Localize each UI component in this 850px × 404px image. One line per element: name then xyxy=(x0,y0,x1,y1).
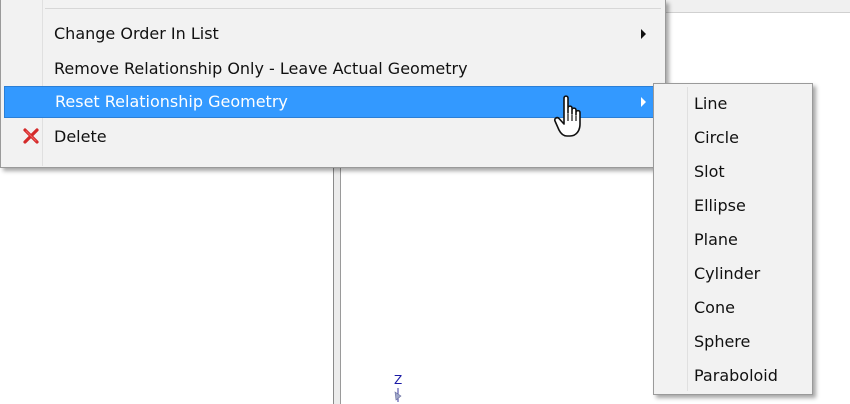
submenu-item-plane[interactable]: Plane xyxy=(656,223,810,257)
submenu-item-label: Cone xyxy=(694,298,735,317)
submenu-arrow-icon xyxy=(641,97,646,107)
submenu-item-label: Line xyxy=(694,94,728,113)
submenu-item-label: Circle xyxy=(694,128,739,147)
reset-geometry-submenu: Line Circle Slot Ellipse Plane Cylinder … xyxy=(653,83,813,395)
menu-item-label: Reset Relationship Geometry xyxy=(55,92,288,111)
submenu-item-slot[interactable]: Slot xyxy=(656,155,810,189)
axis-arrow-icon xyxy=(394,388,402,402)
submenu-item-paraboloid[interactable]: Paraboloid xyxy=(656,359,810,393)
submenu-item-label: Sphere xyxy=(694,332,751,351)
submenu-item-label: Plane xyxy=(694,230,738,249)
menu-item-label: Change Order In List xyxy=(54,24,219,43)
menu-item-remove-relationship[interactable]: Remove Relationship Only - Leave Actual … xyxy=(4,53,662,85)
menu-separator xyxy=(45,8,661,9)
axis-triad: Z xyxy=(390,374,410,404)
submenu-arrow-icon xyxy=(641,29,646,39)
submenu-item-cone[interactable]: Cone xyxy=(656,291,810,325)
submenu-item-ellipse[interactable]: Ellipse xyxy=(656,189,810,223)
submenu-item-label: Cylinder xyxy=(694,264,761,283)
menu-item-change-order[interactable]: Change Order In List xyxy=(4,18,662,50)
submenu-item-circle[interactable]: Circle xyxy=(656,121,810,155)
context-menu: Change Order In List Remove Relationship… xyxy=(0,0,666,168)
submenu-item-line[interactable]: Line xyxy=(656,87,810,121)
submenu-item-label: Ellipse xyxy=(694,196,746,215)
menu-item-label: Remove Relationship Only - Leave Actual … xyxy=(54,59,468,78)
menu-item-label: Delete xyxy=(54,127,107,146)
submenu-item-sphere[interactable]: Sphere xyxy=(656,325,810,359)
application-window: Z Change Order In List Remove Relationsh… xyxy=(0,0,850,404)
submenu-item-cylinder[interactable]: Cylinder xyxy=(656,257,810,291)
submenu-item-label: Slot xyxy=(694,162,725,181)
viewport-toolbar-strip xyxy=(666,0,850,13)
delete-x-icon xyxy=(23,128,39,144)
hand-pointer-icon xyxy=(554,95,581,137)
submenu-item-label: Paraboloid xyxy=(694,366,778,385)
